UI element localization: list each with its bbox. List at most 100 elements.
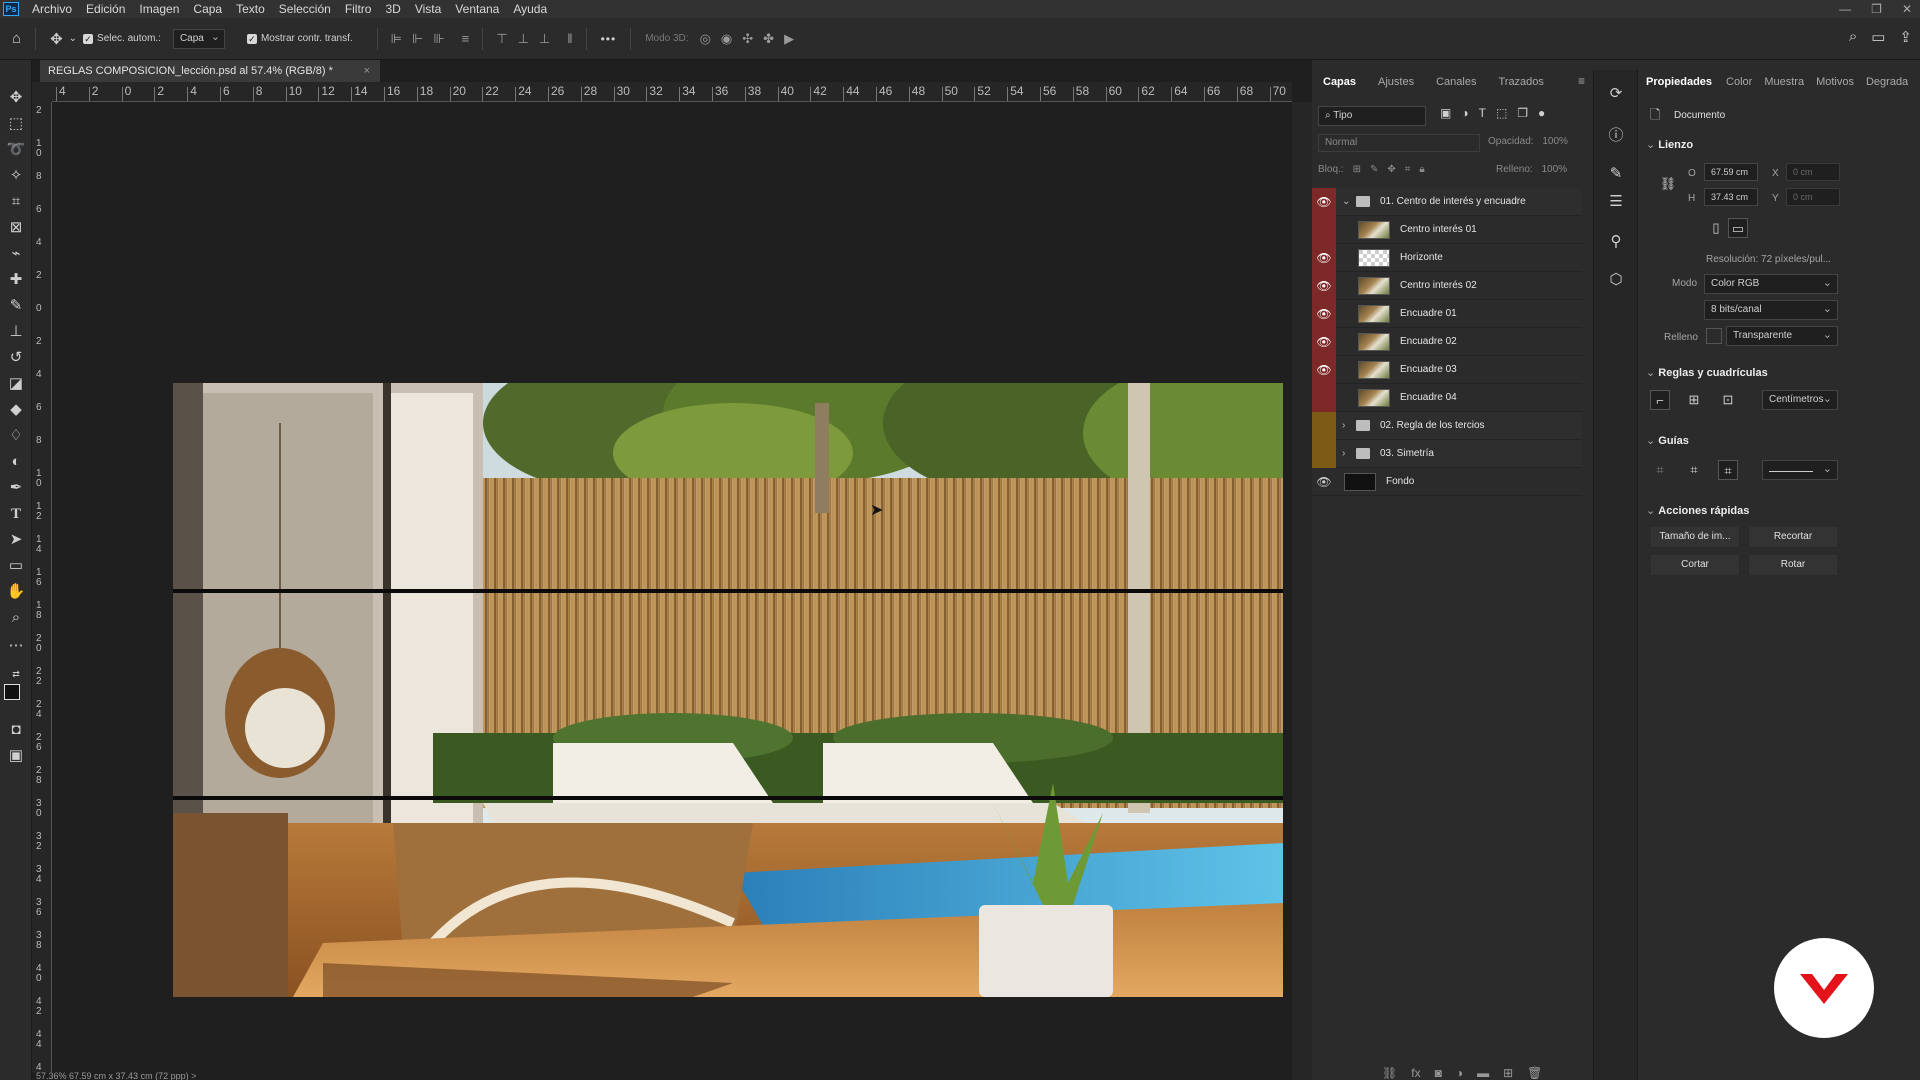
close-window-button[interactable]: ✕ xyxy=(1902,0,1912,18)
pen-tool-icon[interactable]: ✒ xyxy=(6,478,26,498)
tab-trazados[interactable]: Trazados xyxy=(1487,70,1554,94)
distribute-h-icon[interactable]: ≡ xyxy=(462,31,470,46)
move-tool-icon[interactable]: ✥ xyxy=(50,30,63,48)
foreground-color-swatch[interactable] xyxy=(4,684,20,700)
layer-row[interactable]: 👁︎ Fondo xyxy=(1312,468,1582,496)
layer-group-row[interactable]: › 02. Regla de los tercios xyxy=(1312,411,1582,440)
new-layer-icon[interactable]: ⊞ xyxy=(1503,1066,1513,1080)
distribute-v-icon[interactable]: ‖ xyxy=(567,31,572,46)
canvas-width-field[interactable]: 67.59 cm xyxy=(1704,163,1758,181)
marquee-tool-icon[interactable]: ⬚ xyxy=(6,114,26,134)
workspace-icon[interactable]: ▭ xyxy=(1871,28,1885,46)
menu-texto[interactable]: Texto xyxy=(229,0,272,18)
align-middle-v-icon[interactable]: ⊥ xyxy=(518,31,529,47)
lasso-tool-icon[interactable]: ➰ xyxy=(6,140,26,160)
align-top-icon[interactable]: ⊤ xyxy=(496,31,507,47)
vertical-scroll-area[interactable] xyxy=(1292,102,1312,1080)
character-icon[interactable]: ⚲ xyxy=(1606,232,1626,252)
filter-adjustment-icon[interactable]: ◑ xyxy=(1461,106,1468,120)
visibility-toggle[interactable]: 👁︎ xyxy=(1312,327,1336,356)
filter-type-icon[interactable]: T xyxy=(1479,106,1486,120)
ruler-units-dropdown[interactable]: Centímetros xyxy=(1762,390,1838,410)
healing-brush-icon[interactable]: ✚ xyxy=(6,270,26,290)
crop-tool-icon[interactable]: ⌗ xyxy=(6,192,26,212)
history-icon[interactable]: ⟳ xyxy=(1606,84,1626,104)
grid-toggle-icon[interactable]: ⊞ xyxy=(1684,390,1704,410)
visibility-toggle[interactable] xyxy=(1312,411,1336,440)
ruler-toggle-icon[interactable]: ⌐ xyxy=(1650,390,1670,410)
canvas-x-field[interactable]: 0 cm xyxy=(1786,163,1840,181)
add-mask-icon[interactable]: ◙ xyxy=(1435,1066,1442,1080)
frame-tool-icon[interactable]: ⊠ xyxy=(6,218,26,238)
chevron-down-icon[interactable]: ⌄ xyxy=(69,33,77,44)
opacity-control[interactable]: Opacidad: 100% xyxy=(1488,136,1568,147)
new-group-icon[interactable]: ▬ xyxy=(1477,1066,1489,1080)
ruler-horizontal[interactable]: 4 2 0 2 4 6 8 10 12 14 16 18 20 22 24 26 28 30 32 34 36 38 40 4… xyxy=(52,82,1292,102)
chevron-down-icon[interactable]: ⌄ xyxy=(1342,196,1352,207)
canvas-height-field[interactable]: 37.43 cm xyxy=(1704,188,1758,206)
section-lienzo[interactable]: Lienzo xyxy=(1646,138,1693,151)
brush-tool-icon[interactable]: ✎ xyxy=(6,296,26,316)
landscape-orientation-icon[interactable]: ▭ xyxy=(1728,218,1748,238)
type-tool-icon[interactable]: T xyxy=(6,504,26,524)
pixel-grid-icon[interactable]: ⊡ xyxy=(1718,390,1738,410)
paint-bucket-icon[interactable]: ◆ xyxy=(6,400,26,420)
tab-motivos[interactable]: Motivos xyxy=(1810,70,1860,94)
layer-row[interactable]: 👁︎ Encuadre 02 xyxy=(1312,327,1582,356)
layer-filter-dropdown[interactable]: ⌕ Tipo xyxy=(1318,106,1426,126)
history-brush-icon[interactable]: ↺ xyxy=(6,348,26,368)
menu-imagen[interactable]: Imagen xyxy=(132,0,186,18)
document-canvas[interactable] xyxy=(173,383,1283,997)
delete-layer-icon[interactable]: 🗑︎ xyxy=(1527,1066,1542,1080)
minimize-button[interactable]: — xyxy=(1839,0,1851,18)
trim-button[interactable]: Cortar xyxy=(1650,554,1740,576)
search-icon[interactable]: ⌕ xyxy=(1849,28,1857,46)
clone-stamp-icon[interactable]: ⊥ xyxy=(6,322,26,342)
filter-shape-icon[interactable]: ⬚ xyxy=(1496,106,1507,120)
visibility-toggle[interactable] xyxy=(1312,215,1336,244)
align-left-icon[interactable]: ⊫ xyxy=(391,31,402,47)
lock-position-icon[interactable]: ✥ xyxy=(1387,164,1395,175)
align-center-h-icon[interactable]: ⊩ xyxy=(412,31,423,47)
color-mode-dropdown[interactable]: Color RGB xyxy=(1704,274,1838,294)
rotate-button[interactable]: Rotar xyxy=(1748,554,1838,576)
align-right-icon[interactable]: ⊪ xyxy=(433,31,444,47)
menu-seleccion[interactable]: Selección xyxy=(272,0,338,18)
ruler-vertical[interactable]: 2 1 0 8 6 4 2 0 2 4 6 8 1 0 1 2 1 4 1 6 1 8 2 0 2 2 2 4 2 6… xyxy=(32,102,52,1072)
tab-canales[interactable]: Canales xyxy=(1425,70,1487,94)
align-bottom-icon[interactable]: ⊥ xyxy=(539,31,550,47)
lock-guides-icon[interactable]: ⌗ xyxy=(1684,460,1704,480)
guide-color-dropdown[interactable] xyxy=(1762,460,1838,480)
tab-color[interactable]: Color xyxy=(1720,70,1758,94)
roll-3d-icon[interactable]: ◉ xyxy=(721,31,732,47)
dodge-tool-icon[interactable]: ◐ xyxy=(6,452,26,472)
photoshop-logo[interactable]: Ps xyxy=(3,2,19,16)
bit-depth-dropdown[interactable]: 8 bits/canal xyxy=(1704,300,1838,320)
canvas-y-field[interactable]: 0 cm xyxy=(1786,188,1840,206)
layer-style-icon[interactable]: fx xyxy=(1411,1066,1420,1080)
home-icon[interactable]: ⌂ xyxy=(12,30,21,47)
lock-pixels-icon[interactable]: ✎ xyxy=(1370,164,1378,175)
quick-mask-icon[interactable]: ◘ xyxy=(6,720,26,740)
visibility-toggle[interactable] xyxy=(1312,383,1336,412)
path-selection-icon[interactable]: ➤ xyxy=(6,530,26,550)
link-layers-icon[interactable]: ⛓ xyxy=(1382,1066,1397,1080)
section-guias[interactable]: Guías xyxy=(1646,434,1689,447)
canvas-area[interactable]: ➤ xyxy=(53,103,1292,1072)
share-icon[interactable]: ⇪ xyxy=(1899,28,1912,46)
link-dimensions-icon[interactable]: ⛓ xyxy=(1658,174,1678,194)
visibility-toggle[interactable]: 👁︎ xyxy=(1312,243,1336,272)
more-tools-icon[interactable]: ⋯ xyxy=(6,636,26,656)
layer-group-row[interactable]: › 03. Simetría xyxy=(1312,439,1582,468)
visibility-toggle[interactable]: 👁︎ xyxy=(1312,468,1336,496)
visibility-toggle[interactable]: 👁︎ xyxy=(1312,355,1336,384)
slide-3d-icon[interactable]: ✤ xyxy=(763,31,774,47)
guides-visibility-icon[interactable]: ⌗ xyxy=(1650,460,1670,480)
panel-menu-icon[interactable]: ≡ xyxy=(1578,74,1585,88)
3d-icon[interactable]: ⬡ xyxy=(1606,270,1626,290)
visibility-toggle[interactable]: 👁︎ xyxy=(1312,271,1336,300)
image-size-button[interactable]: Tamaño de im... xyxy=(1650,526,1740,548)
menu-3d[interactable]: 3D xyxy=(378,0,407,18)
filter-smart-object-icon[interactable]: ❐ xyxy=(1517,106,1528,120)
tab-capas[interactable]: Capas xyxy=(1312,70,1367,94)
